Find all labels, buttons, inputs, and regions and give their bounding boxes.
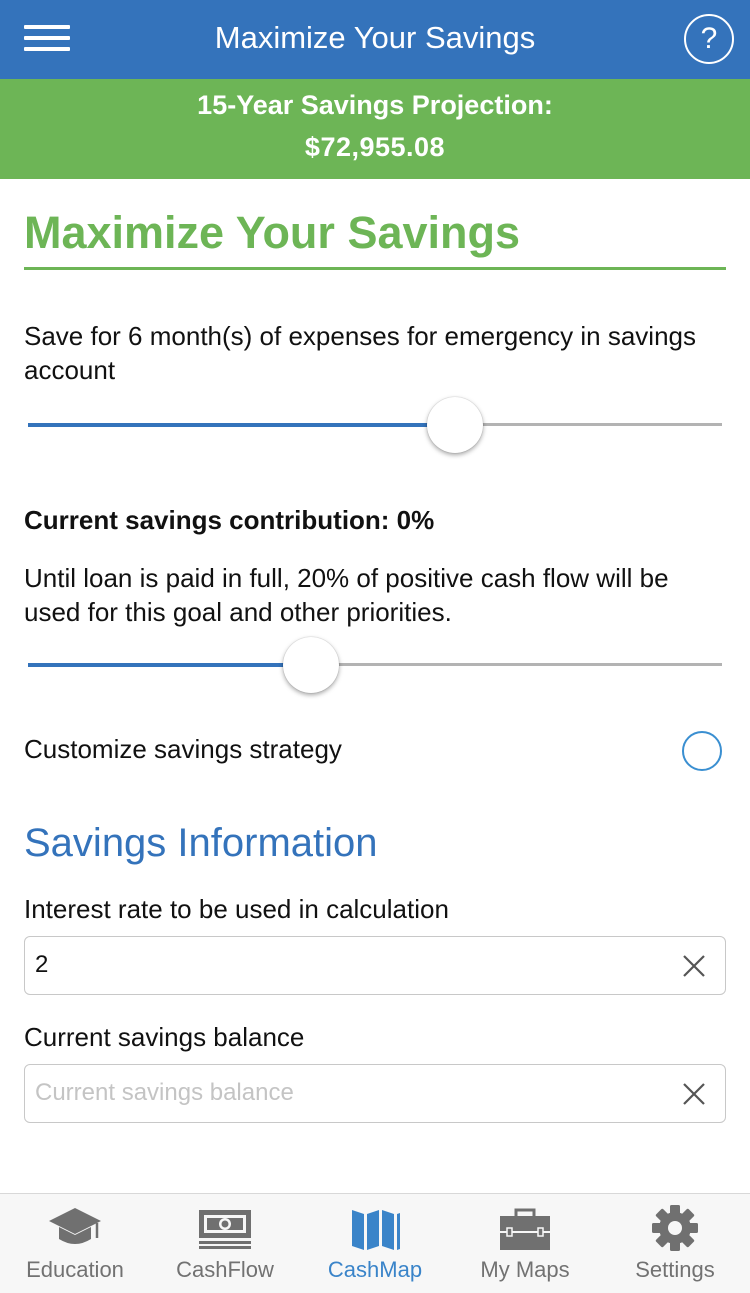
nav-title: Maximize Your Savings <box>214 20 536 55</box>
interest-rate-label: Interest rate to be used in calculation <box>24 894 449 924</box>
contribution-text: Until loan is paid in full, 20% of posit… <box>24 563 669 627</box>
savings-info-title: Savings Information <box>24 821 378 865</box>
customize-strategy-label: Customize savings strategy <box>24 734 342 764</box>
slider-thumb[interactable] <box>426 397 483 453</box>
projection-value: $72,955.08 <box>304 132 446 162</box>
slider-fill <box>28 423 455 427</box>
emergency-savings-text: Save for 6 month(s) of expenses for emer… <box>24 321 696 385</box>
emergency-months-slider[interactable] <box>28 395 722 455</box>
customize-strategy-radio[interactable] <box>682 731 722 771</box>
briefcase-icon <box>500 1208 550 1250</box>
tab-label: Settings <box>635 1257 715 1282</box>
interest-rate-input[interactable] <box>35 937 655 993</box>
nav-bar: Maximize Your Savings ? <box>0 0 750 79</box>
heading-divider <box>24 267 726 270</box>
clear-icon[interactable] <box>679 951 709 981</box>
tab-label: CashFlow <box>176 1257 274 1282</box>
gear-icon <box>652 1205 698 1251</box>
graduation-cap-icon <box>49 1208 101 1244</box>
tab-settings[interactable]: Settings <box>600 1194 750 1293</box>
savings-balance-field <box>24 1064 726 1123</box>
tab-cashflow[interactable]: CashFlow <box>150 1194 300 1293</box>
hamburger-menu-icon[interactable] <box>24 20 70 56</box>
tab-cashmap[interactable]: CashMap <box>300 1194 450 1293</box>
slider-fill <box>28 663 312 667</box>
tab-my-maps[interactable]: My Maps <box>450 1194 600 1293</box>
clear-icon[interactable] <box>679 1079 709 1109</box>
money-bill-icon <box>199 1210 251 1249</box>
slider-thumb[interactable] <box>283 637 340 693</box>
tab-label: CashMap <box>327 1257 423 1282</box>
tab-education[interactable]: Education <box>0 1194 150 1293</box>
projection-banner: 15-Year Savings Projection: $72,955.08 <box>0 79 750 179</box>
map-icon <box>352 1210 400 1250</box>
interest-rate-field <box>24 936 726 995</box>
contribution-heading: Current savings contribution: 0% <box>24 505 435 535</box>
tab-label: My Maps <box>480 1257 570 1282</box>
tab-bar: Education CashFlow CashMap My Maps Setti… <box>0 1193 750 1293</box>
savings-balance-label: Current savings balance <box>24 1022 305 1052</box>
savings-balance-input[interactable] <box>35 1065 655 1121</box>
tab-label: Education <box>26 1257 124 1282</box>
projection-label: 15-Year Savings Projection: <box>197 90 553 120</box>
contribution-percent-slider[interactable] <box>28 635 722 695</box>
help-icon[interactable]: ? <box>684 14 734 64</box>
page-title: Maximize Your Savings <box>24 207 521 258</box>
